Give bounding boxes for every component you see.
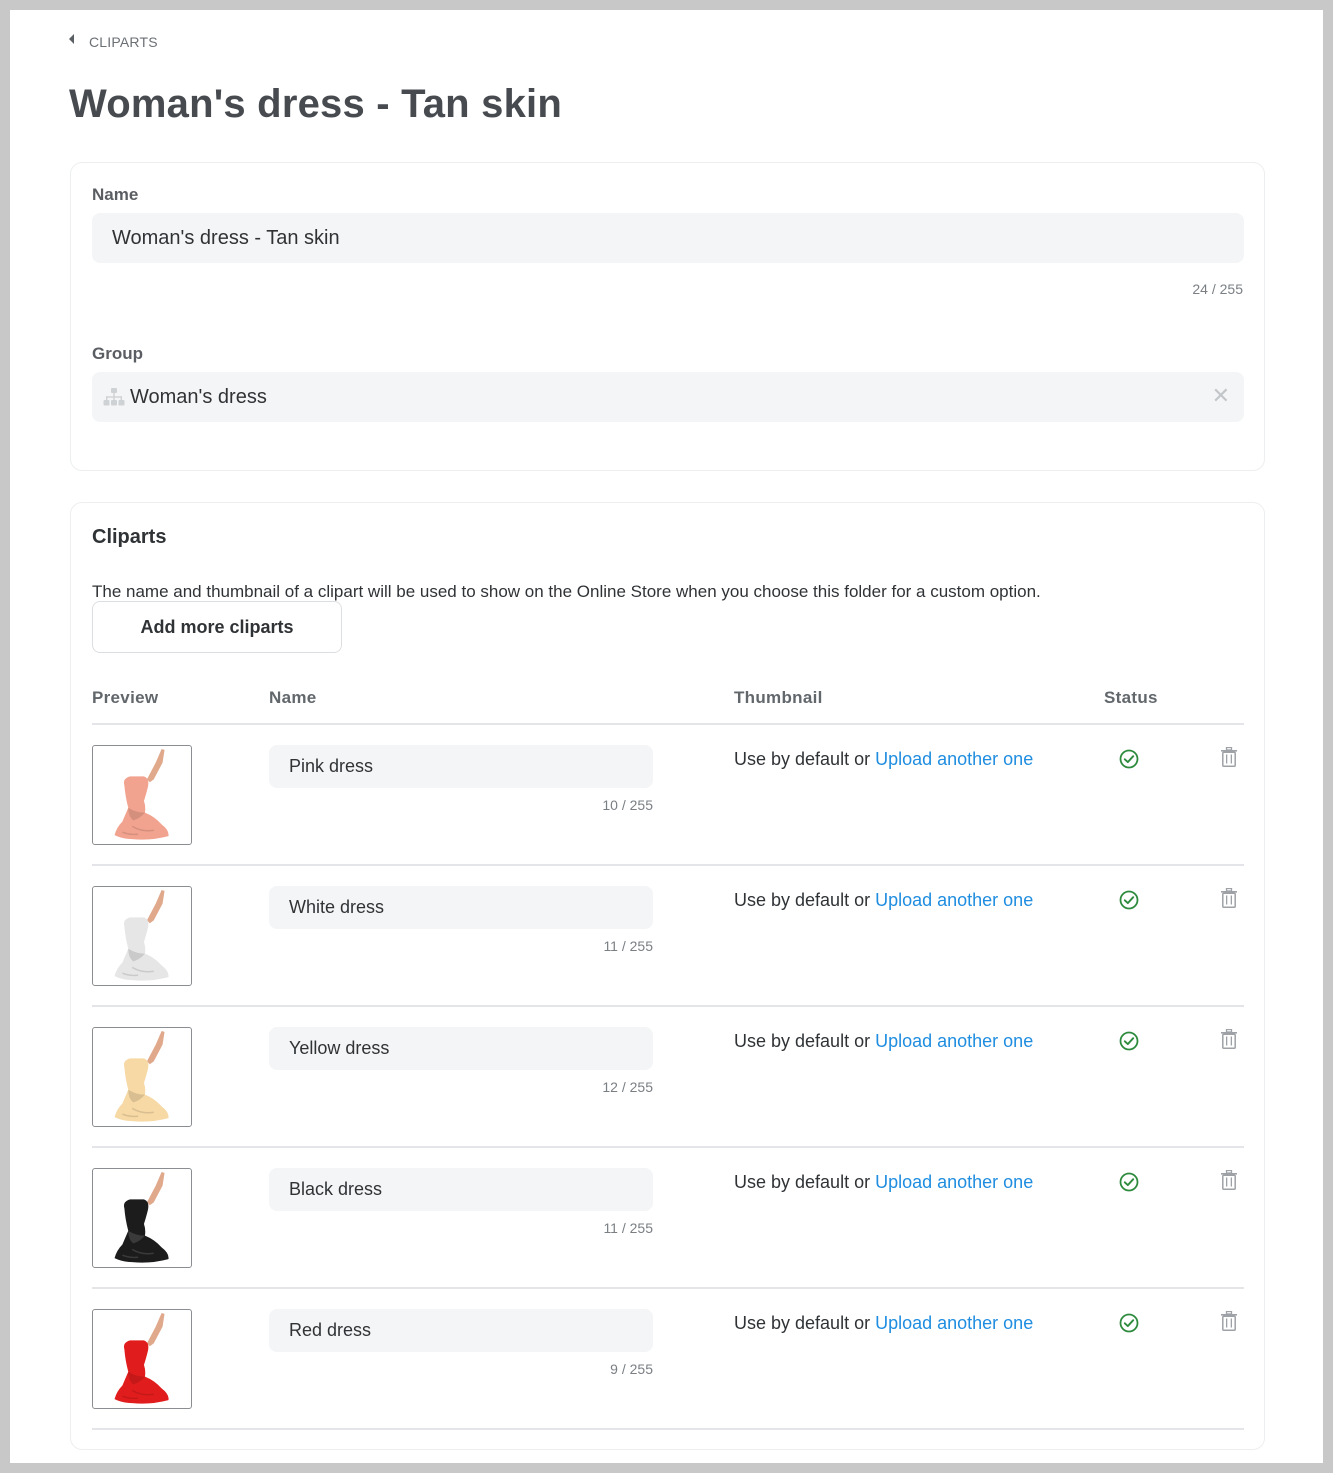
- cliparts-description: The name and thumbnail of a clipart will…: [92, 582, 1041, 601]
- thumbnail-info: Use by default or Upload another one: [734, 890, 1033, 911]
- sitemap-icon: [103, 388, 125, 406]
- check-circle-icon: [1119, 1313, 1139, 1333]
- page: CLIPARTS Woman's dress - Tan skin Name W…: [10, 10, 1323, 1463]
- upload-another-link[interactable]: Upload another one: [875, 1172, 1033, 1192]
- general-card: Name Woman's dress - Tan skin 24 / 255 G…: [70, 162, 1265, 471]
- clipart-preview[interactable]: [92, 745, 192, 845]
- clipart-name-value: White dress: [289, 897, 385, 917]
- trash-icon[interactable]: [1221, 888, 1237, 908]
- thumbnail-prefix: Use by default or: [734, 1031, 876, 1051]
- clipart-name-value: Yellow dress: [289, 1038, 390, 1058]
- cliparts-card: Cliparts The name and thumbnail of a cli…: [70, 502, 1265, 1450]
- dress-figure-icon: [114, 1312, 169, 1404]
- thumbnail-prefix: Use by default or: [734, 749, 876, 769]
- thumbnail-info: Use by default or Upload another one: [734, 749, 1033, 770]
- group-label: Group: [92, 344, 143, 363]
- check-circle-icon: [1119, 749, 1139, 769]
- trash-icon[interactable]: [1221, 1029, 1237, 1049]
- page-title: Woman's dress - Tan skin: [69, 82, 562, 126]
- dress-figure-icon: [114, 748, 169, 840]
- thumbnail-prefix: Use by default or: [734, 890, 876, 910]
- thumbnail-prefix: Use by default or: [734, 1313, 876, 1333]
- column-header-thumbnail: Thumbnail: [734, 688, 823, 707]
- upload-another-link[interactable]: Upload another one: [875, 1031, 1033, 1051]
- check-circle-icon: [1119, 1172, 1139, 1192]
- clipart-name-counter: 9 / 255: [610, 1361, 653, 1377]
- column-header-name: Name: [269, 688, 317, 707]
- trash-icon[interactable]: [1221, 1170, 1237, 1190]
- clipart-preview[interactable]: [92, 1309, 192, 1409]
- trash-icon[interactable]: [1221, 1311, 1237, 1331]
- cliparts-title: Cliparts: [92, 526, 167, 548]
- check-circle-icon: [1119, 1031, 1139, 1051]
- upload-another-link[interactable]: Upload another one: [875, 749, 1033, 769]
- clipart-name-counter: 11 / 255: [603, 938, 653, 954]
- clipart-name-counter: 12 / 255: [602, 1079, 653, 1095]
- dress-figure-icon: [114, 1171, 169, 1263]
- upload-another-link[interactable]: Upload another one: [875, 890, 1033, 910]
- clipart-row: Yellow dress 12 / 255 Use by default or …: [92, 1007, 1244, 1148]
- clipart-name-value: Black dress: [289, 1179, 383, 1199]
- name-label: Name: [92, 185, 139, 204]
- name-input[interactable]: Woman's dress - Tan skin: [92, 213, 1244, 263]
- clipart-list: Pink dress 10 / 255 Use by default or Up…: [92, 725, 1244, 1430]
- clipart-name-counter: 10 / 255: [602, 797, 653, 813]
- group-select[interactable]: Woman's dress ✕: [92, 372, 1244, 422]
- clipart-name-input[interactable]: Black dress: [269, 1168, 653, 1211]
- clear-icon[interactable]: ✕: [1212, 383, 1230, 409]
- trash-icon[interactable]: [1221, 747, 1237, 767]
- thumbnail-prefix: Use by default or: [734, 1172, 876, 1192]
- clipart-preview[interactable]: [92, 1168, 192, 1268]
- check-circle-icon: [1119, 890, 1139, 910]
- clipart-name-input[interactable]: White dress: [269, 886, 653, 929]
- clipart-name-value: Pink dress: [289, 756, 374, 776]
- clipart-name-value: Red dress: [289, 1320, 372, 1340]
- thumbnail-info: Use by default or Upload another one: [734, 1172, 1033, 1193]
- upload-another-link[interactable]: Upload another one: [875, 1313, 1033, 1333]
- breadcrumb-label: CLIPARTS: [89, 34, 158, 50]
- name-input-value: Woman's dress - Tan skin: [112, 226, 340, 249]
- caret-left-icon: [69, 34, 74, 44]
- add-more-cliparts-button[interactable]: Add more cliparts: [92, 601, 342, 653]
- clipart-preview[interactable]: [92, 1027, 192, 1127]
- clipart-row: White dress 11 / 255 Use by default or U…: [92, 866, 1244, 1007]
- dress-figure-icon: [114, 889, 169, 981]
- clipart-preview[interactable]: [92, 886, 192, 986]
- clipart-name-input[interactable]: Yellow dress: [269, 1027, 653, 1070]
- clipart-name-input[interactable]: Red dress: [269, 1309, 653, 1352]
- clipart-row: Red dress 9 / 255 Use by default or Uplo…: [92, 1289, 1244, 1430]
- clipart-row: Pink dress 10 / 255 Use by default or Up…: [92, 725, 1244, 866]
- breadcrumb[interactable]: CLIPARTS: [69, 34, 158, 50]
- thumbnail-info: Use by default or Upload another one: [734, 1313, 1033, 1334]
- group-select-value: Woman's dress: [130, 385, 267, 408]
- column-header-preview: Preview: [92, 688, 159, 707]
- clipart-row: Black dress 11 / 255 Use by default or U…: [92, 1148, 1244, 1289]
- thumbnail-info: Use by default or Upload another one: [734, 1031, 1033, 1052]
- dress-figure-icon: [114, 1030, 169, 1122]
- column-header-status: Status: [1104, 688, 1158, 707]
- clipart-name-counter: 11 / 255: [603, 1220, 653, 1236]
- name-counter: 24 / 255: [1192, 281, 1243, 297]
- clipart-name-input[interactable]: Pink dress: [269, 745, 653, 788]
